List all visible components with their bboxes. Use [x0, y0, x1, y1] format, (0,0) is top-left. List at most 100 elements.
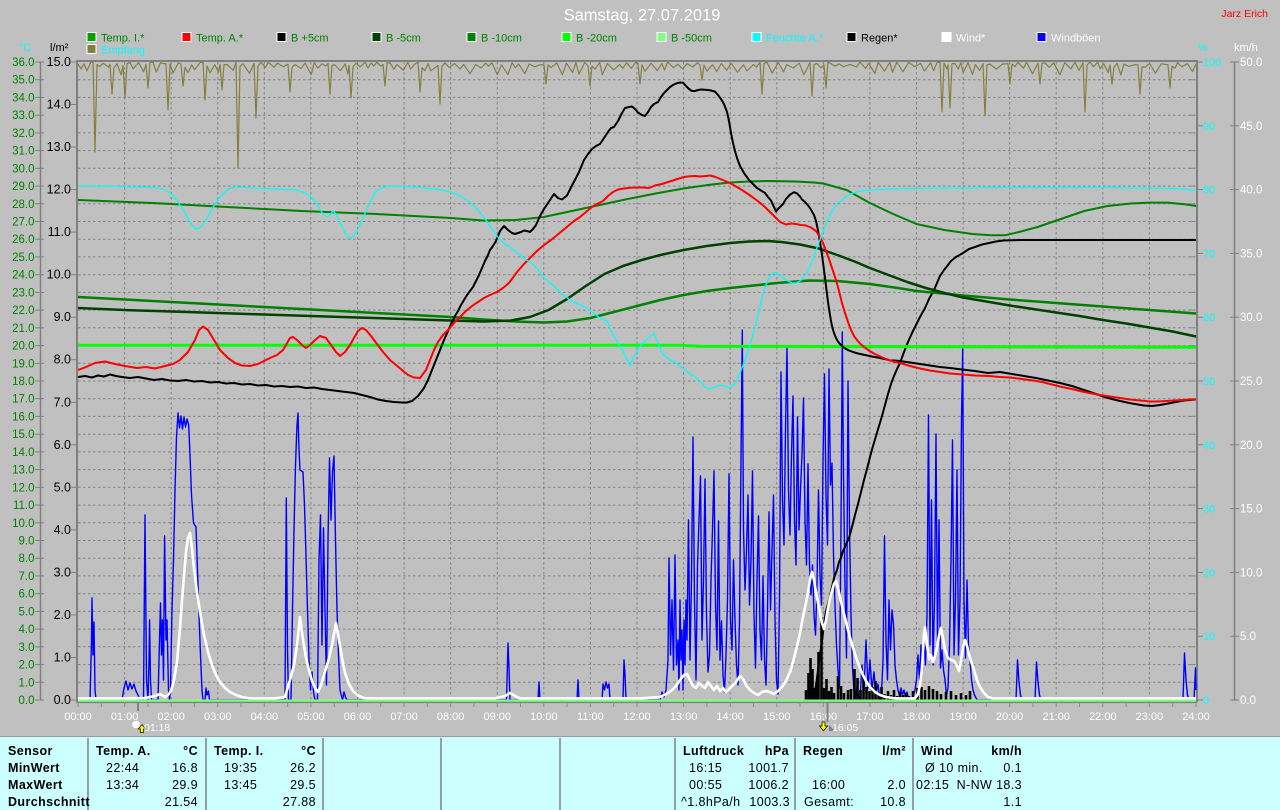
- svg-text:12:00: 12:00: [623, 711, 651, 723]
- svg-text:10:00: 10:00: [530, 711, 558, 723]
- svg-text:km/h: km/h: [991, 744, 1022, 758]
- svg-text:05:00: 05:00: [297, 711, 325, 723]
- svg-text:hPa: hPa: [765, 744, 790, 758]
- svg-text:13:00: 13:00: [670, 711, 698, 723]
- svg-text:7.0: 7.0: [54, 395, 71, 409]
- svg-text:29.9: 29.9: [172, 778, 198, 792]
- svg-text:30.0: 30.0: [12, 163, 34, 175]
- svg-text:Gesamt:: Gesamt:: [804, 795, 854, 809]
- svg-text:1001.7: 1001.7: [748, 761, 789, 775]
- svg-text:27.88: 27.88: [283, 795, 316, 809]
- svg-text:%: %: [1198, 42, 1208, 54]
- svg-text:100: 100: [1203, 57, 1221, 69]
- svg-text:°C: °C: [183, 744, 198, 758]
- svg-text:Windböen: Windböen: [1051, 33, 1101, 45]
- svg-text:35.0: 35.0: [12, 75, 34, 87]
- svg-text:°C: °C: [301, 744, 316, 758]
- svg-text:Ø 10 min.: Ø 10 min.: [925, 761, 983, 775]
- svg-text:l/m²: l/m²: [50, 42, 69, 54]
- svg-text:26.2: 26.2: [290, 761, 316, 775]
- svg-text:4.0: 4.0: [19, 624, 35, 636]
- svg-text:B -5cm: B -5cm: [386, 33, 421, 45]
- svg-text:40: 40: [1203, 440, 1215, 452]
- svg-text:Luftdruck: Luftdruck: [683, 744, 744, 758]
- svg-text:06:00: 06:00: [344, 711, 372, 723]
- svg-text:14.0: 14.0: [47, 98, 71, 112]
- svg-text:01:18: 01:18: [144, 722, 170, 734]
- svg-text:3.0: 3.0: [19, 642, 35, 654]
- svg-text:13.0: 13.0: [12, 465, 34, 477]
- svg-text:29.5: 29.5: [290, 778, 316, 792]
- svg-text:Empfang: Empfang: [101, 45, 145, 57]
- svg-text:09:00: 09:00: [483, 711, 511, 723]
- svg-text:6.0: 6.0: [19, 589, 35, 601]
- svg-text:12.0: 12.0: [12, 482, 34, 494]
- svg-text:11.0: 11.0: [48, 225, 71, 239]
- svg-text:Temp. I.*: Temp. I.*: [101, 33, 145, 45]
- svg-text:90: 90: [1203, 121, 1215, 133]
- svg-text:13:45: 13:45: [224, 778, 257, 792]
- svg-text:B -10cm: B -10cm: [481, 33, 522, 45]
- svg-text:°C: °C: [19, 42, 31, 54]
- svg-text:23:00: 23:00: [1136, 711, 1164, 723]
- svg-text:7.0: 7.0: [19, 571, 35, 583]
- svg-text:B -50cm: B -50cm: [671, 33, 712, 45]
- svg-text:B -20cm: B -20cm: [576, 33, 617, 45]
- svg-text:26.0: 26.0: [12, 234, 34, 246]
- svg-text:21.54: 21.54: [165, 795, 198, 809]
- svg-text:32.0: 32.0: [12, 128, 34, 140]
- svg-text:60: 60: [1203, 312, 1215, 324]
- svg-text:3.0: 3.0: [54, 565, 71, 579]
- svg-text:07:00: 07:00: [390, 711, 418, 723]
- svg-text:5.0: 5.0: [1240, 631, 1256, 643]
- svg-text:18.0: 18.0: [12, 376, 34, 388]
- svg-text:18:00: 18:00: [903, 711, 931, 723]
- svg-text:11:00: 11:00: [577, 711, 604, 723]
- svg-text:50.0: 50.0: [1240, 57, 1262, 69]
- svg-text:9.0: 9.0: [19, 536, 35, 548]
- svg-text:15.0: 15.0: [12, 429, 34, 441]
- svg-text:14:00: 14:00: [716, 711, 744, 723]
- svg-text:20.0: 20.0: [1240, 440, 1262, 452]
- svg-text:30: 30: [1203, 504, 1215, 516]
- svg-text:Temp. A.*: Temp. A.*: [196, 33, 244, 45]
- svg-text:17.0: 17.0: [12, 394, 34, 406]
- svg-text:19.0: 19.0: [12, 358, 34, 370]
- svg-text:23.0: 23.0: [12, 287, 34, 299]
- svg-text:27.0: 27.0: [12, 217, 34, 229]
- svg-text:1.0: 1.0: [54, 650, 71, 664]
- svg-text:1006.2: 1006.2: [748, 778, 789, 792]
- svg-text:Wind: Wind: [921, 744, 953, 758]
- svg-text:25.0: 25.0: [1240, 376, 1262, 388]
- svg-text:10.0: 10.0: [47, 268, 71, 282]
- svg-text:21:00: 21:00: [1042, 711, 1070, 723]
- svg-text:19:00: 19:00: [949, 711, 977, 723]
- svg-text:28.0: 28.0: [12, 199, 34, 211]
- svg-text:02:15: 02:15: [916, 778, 949, 792]
- svg-text:1003.3: 1003.3: [749, 795, 790, 809]
- svg-text:l/m²: l/m²: [882, 744, 906, 758]
- svg-text:Wind*: Wind*: [956, 33, 986, 45]
- svg-text:0: 0: [1203, 695, 1209, 707]
- svg-text:20: 20: [1203, 567, 1215, 579]
- svg-text:MaxWert: MaxWert: [8, 778, 63, 792]
- svg-text:4.0: 4.0: [54, 523, 71, 537]
- svg-text:5.0: 5.0: [19, 606, 35, 618]
- svg-text:20.0: 20.0: [12, 341, 34, 353]
- svg-text:34.0: 34.0: [12, 92, 34, 104]
- svg-text:40.0: 40.0: [1240, 185, 1262, 197]
- svg-text:N-NW 18.3: N-NW 18.3: [957, 778, 1022, 792]
- svg-text:Temp. A.: Temp. A.: [96, 744, 151, 758]
- svg-text:36.0: 36.0: [12, 57, 34, 69]
- svg-text:21.0: 21.0: [12, 323, 34, 335]
- svg-text:10.0: 10.0: [1240, 567, 1262, 579]
- svg-text:16.0: 16.0: [12, 411, 34, 423]
- svg-text:Durchschnitt: Durchschnitt: [8, 795, 90, 809]
- svg-text:0.0: 0.0: [1240, 695, 1256, 707]
- svg-text:25.0: 25.0: [12, 252, 34, 264]
- svg-text:MinWert: MinWert: [8, 761, 60, 775]
- svg-text:14.0: 14.0: [12, 447, 34, 459]
- svg-text:17:00: 17:00: [856, 711, 884, 723]
- svg-text:03:00: 03:00: [204, 711, 232, 723]
- svg-text:13:34: 13:34: [106, 778, 139, 792]
